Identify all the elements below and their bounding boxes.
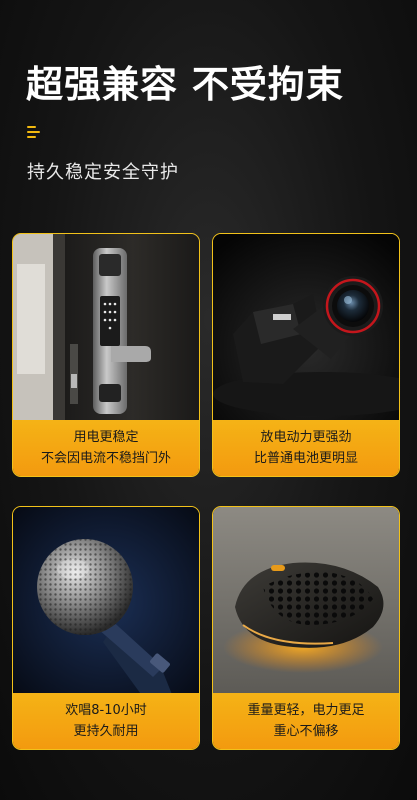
menu-lines-icon xyxy=(27,126,41,138)
caption-line-1: 欢唱8-10小时 xyxy=(65,703,147,718)
caption-line-2: 重心不偏移 xyxy=(273,724,339,739)
feature-card-microphone: 欢唱8-10小时 更持久耐用 xyxy=(12,506,200,750)
caption-line-1: 重量更轻，电力更足 xyxy=(247,703,365,718)
headline: 超强兼容 不受拘束 xyxy=(26,63,344,106)
caption-line-2: 比普通电池更明显 xyxy=(253,451,358,466)
caption-line-2: 不会因电流不稳挡门外 xyxy=(40,451,171,466)
camera-image xyxy=(213,234,399,424)
feature-card-mouse: 重量更轻，电力更足 重心不偏移 xyxy=(212,506,400,750)
feature-card-camera: 放电动力更强劲 比普通电池更明显 xyxy=(212,233,400,477)
card-caption: 重量更轻，电力更足 重心不偏移 xyxy=(213,693,399,749)
card-caption: 欢唱8-10小时 更持久耐用 xyxy=(13,693,199,749)
microphone-image xyxy=(13,507,199,697)
caption-line-2: 更持久耐用 xyxy=(73,724,139,739)
door-lock-image xyxy=(13,234,199,424)
card-caption: 放电动力更强劲 比普通电池更明显 xyxy=(213,420,399,476)
caption-line-1: 放电动力更强劲 xyxy=(260,430,352,445)
gaming-mouse-image xyxy=(213,507,399,697)
card-caption: 用电更稳定 不会因电流不稳挡门外 xyxy=(13,420,199,476)
feature-card-door-lock: 用电更稳定 不会因电流不稳挡门外 xyxy=(12,233,200,477)
subheadline: 持久稳定安全守护 xyxy=(27,162,179,183)
caption-line-1: 用电更稳定 xyxy=(73,430,139,445)
